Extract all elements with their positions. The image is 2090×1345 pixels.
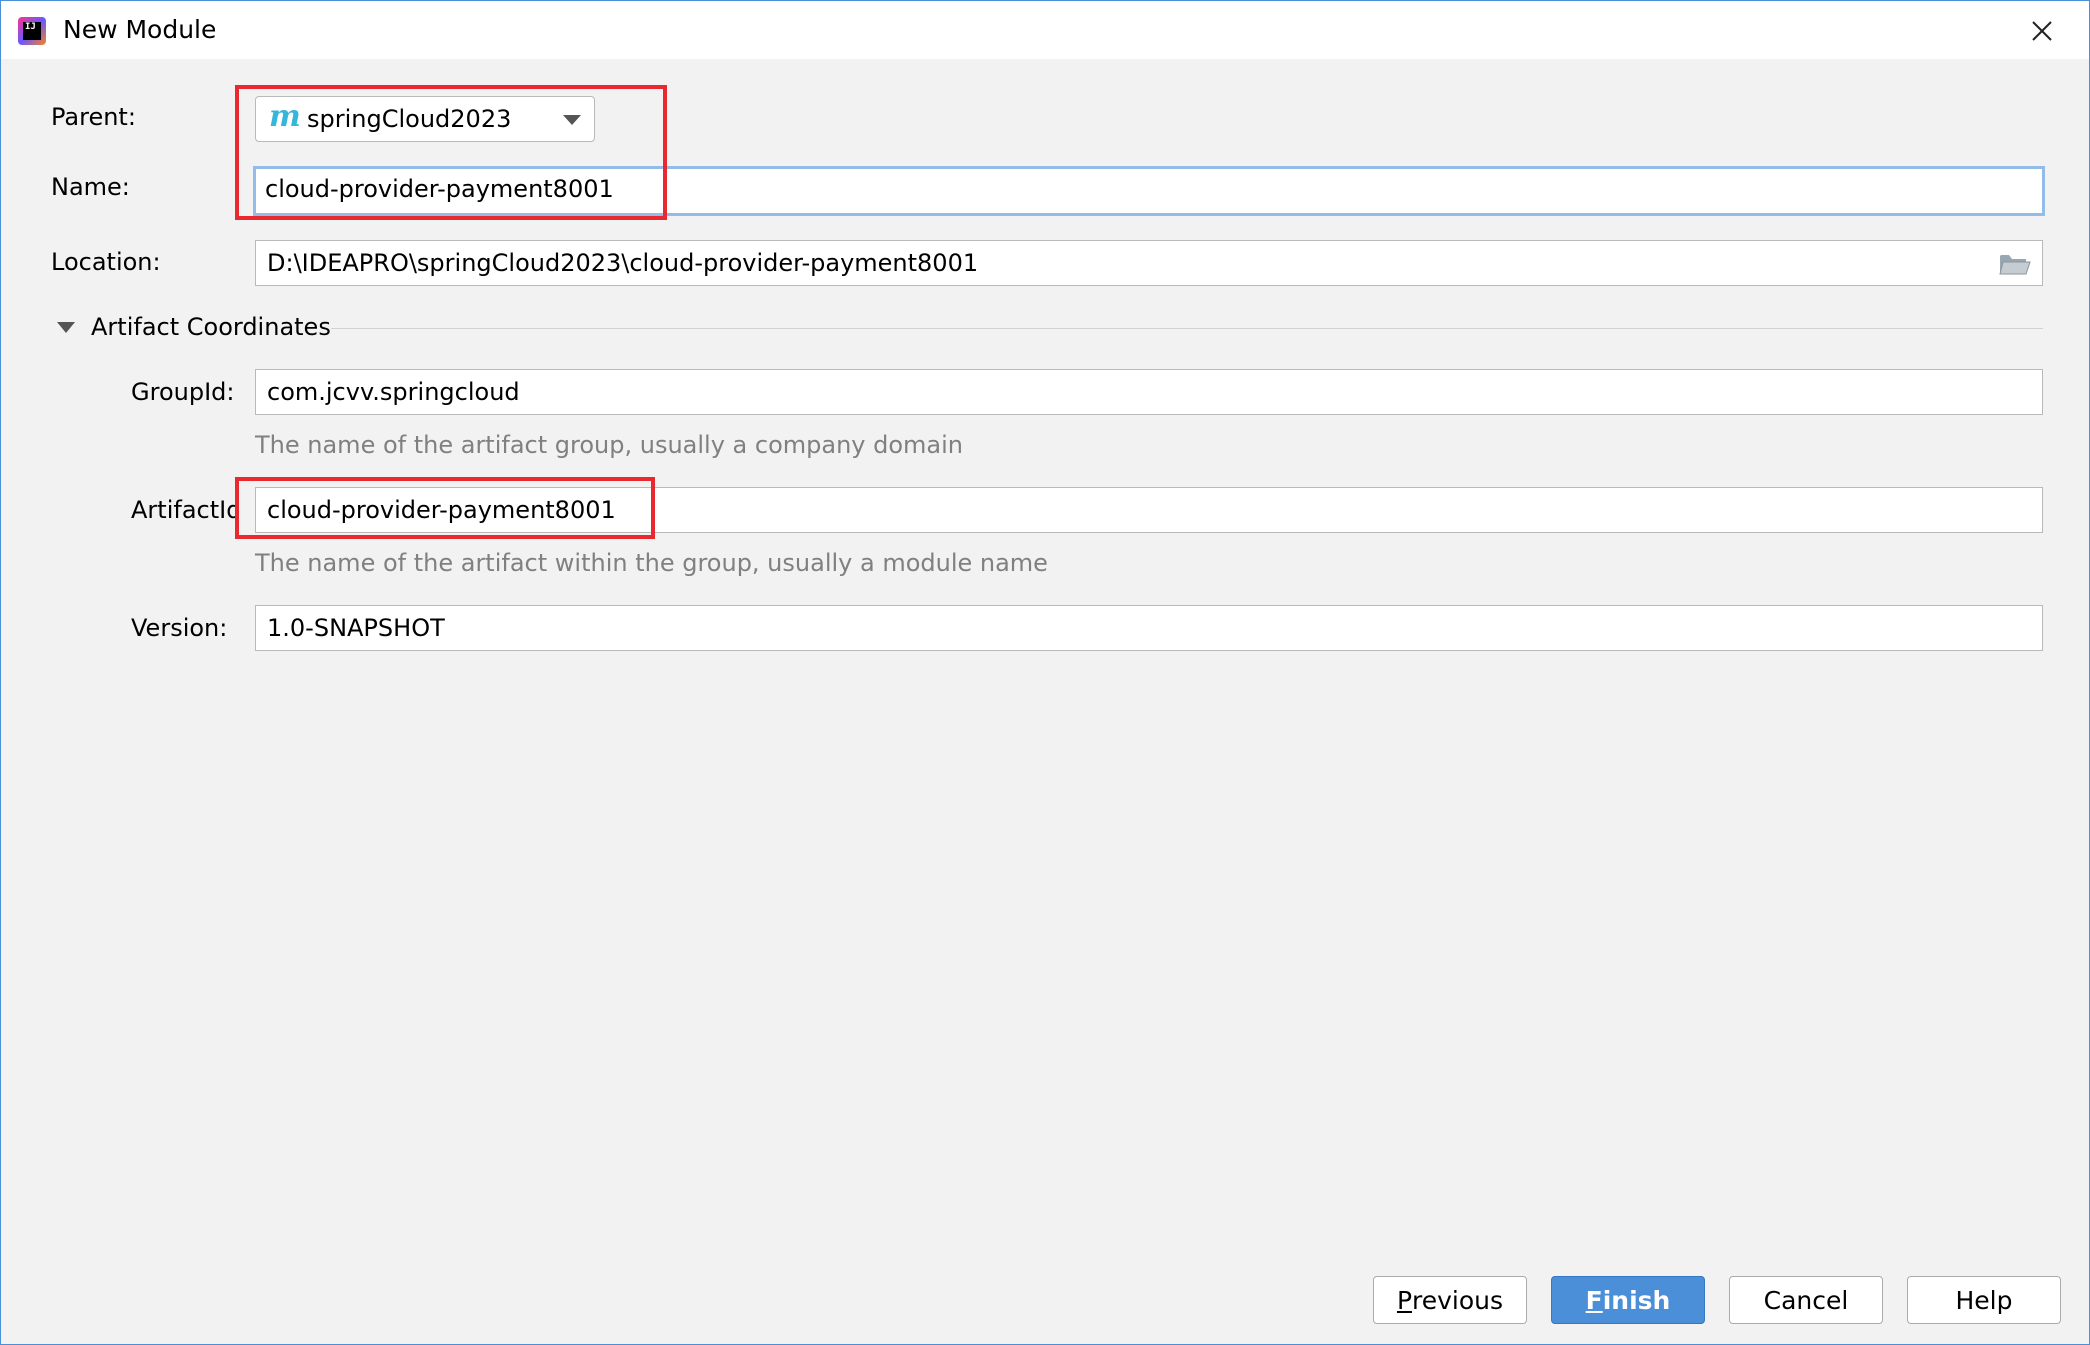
name-input[interactable]: cloud-provider-payment8001 [253,166,2045,216]
finish-mnemonic: F [1585,1285,1603,1315]
finish-button[interactable]: Finish [1551,1276,1705,1324]
close-icon [2032,21,2052,41]
groupid-input[interactable]: com.jcvv.springcloud [255,369,2043,415]
parent-combobox[interactable]: m springCloud2023 [255,96,595,142]
maven-icon: m [269,99,301,134]
window-title: New Module [63,15,217,44]
app-icon-label: IJ [23,22,41,40]
help-button[interactable]: Help [1907,1276,2061,1324]
artifactid-input[interactable]: cloud-provider-payment8001 [255,487,2043,533]
finish-label: inish [1602,1285,1671,1315]
location-input[interactable]: D:\IDEAPRO\springCloud2023\cloud-provide… [255,240,2043,286]
title-bar: IJ New Module [1,1,2089,59]
previous-button[interactable]: Previous [1373,1276,1527,1324]
previous-mnemonic: P [1396,1285,1413,1315]
location-label: Location: [51,248,161,276]
name-label: Name: [51,173,130,201]
artifactid-hint: The name of the artifact within the grou… [255,549,1048,577]
triangle-down-icon[interactable] [57,322,75,333]
previous-label: revious [1412,1285,1504,1315]
close-button[interactable] [2021,11,2063,51]
folder-open-icon[interactable] [1999,252,2031,276]
parent-label: Parent: [51,103,136,131]
cancel-button[interactable]: Cancel [1729,1276,1883,1324]
artifact-section-title[interactable]: Artifact Coordinates [91,313,331,341]
groupid-hint: The name of the artifact group, usually … [255,431,963,459]
parent-combobox-value: springCloud2023 [307,105,512,133]
version-label: Version: [131,614,228,642]
chevron-down-icon[interactable] [563,115,581,125]
version-input[interactable]: 1.0-SNAPSHOT [255,605,2043,651]
intellij-idea-icon: IJ [18,17,46,45]
groupid-label: GroupId: [131,378,235,406]
new-module-dialog: IJ New Module Parent: m springCloud2023 … [0,0,2090,1345]
artifactid-label: ArtifactId: [131,496,235,524]
section-divider [331,328,2043,329]
